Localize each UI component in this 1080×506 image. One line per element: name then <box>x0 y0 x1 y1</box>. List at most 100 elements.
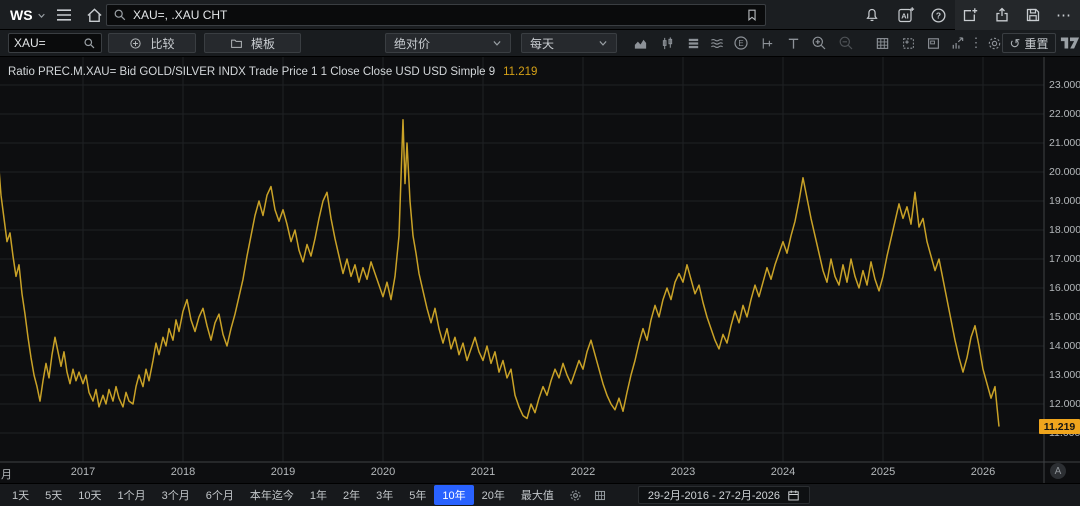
layout-grid-button[interactable] <box>871 33 893 53</box>
hamburger-icon <box>56 8 72 22</box>
ai-icon: AI <box>897 6 915 24</box>
time-axis-label: 2025 <box>871 466 895 478</box>
range-button-3个月[interactable]: 3个月 <box>154 485 198 505</box>
help-icon: ? <box>930 7 947 24</box>
layers-button[interactable] <box>682 33 704 53</box>
template-button[interactable]: 模板 <box>204 33 301 53</box>
top-app-bar: WS AI ? ⋯ <box>0 0 1080 30</box>
chevron-down-icon <box>598 38 608 48</box>
time-axis-label: 2024 <box>771 466 795 478</box>
legend-text: Ratio PREC.M.XAU= Bid GOLD/SILVER INDX T… <box>8 66 495 78</box>
ws-logo-menu[interactable]: WS <box>10 0 46 30</box>
chart-pane[interactable]: Ratio PREC.M.XAU= Bid GOLD/SILVER INDX T… <box>0 57 1080 483</box>
symbol-search-input[interactable] <box>14 36 79 50</box>
area-chart-type-button[interactable] <box>629 33 651 53</box>
save-icon <box>1025 7 1041 23</box>
window-icon <box>926 36 941 51</box>
chart-toolbar: 比较 模板 绝对价 每天 E <box>0 30 1080 57</box>
price-chart-canvas[interactable] <box>0 57 1080 483</box>
range-button-最大值[interactable]: 最大值 <box>513 485 562 505</box>
calendar-icon <box>787 489 800 502</box>
workspace-app: WS AI ? ⋯ <box>0 0 1080 506</box>
reset-button[interactable]: ↺ 重置 <box>1002 33 1056 53</box>
ws-logo-text: WS <box>10 7 33 23</box>
range-button-本年迄今[interactable]: 本年迄今 <box>242 485 302 505</box>
compare-button[interactable]: 比较 <box>108 33 196 53</box>
symbol-search[interactable] <box>8 33 102 53</box>
chart-legend: Ratio PREC.M.XAU= Bid GOLD/SILVER INDX T… <box>8 66 537 78</box>
time-axis-label: 2019 <box>271 466 295 478</box>
time-axis-label: 2026 <box>971 466 995 478</box>
range-button-10天[interactable]: 10天 <box>70 485 109 505</box>
global-search-input[interactable] <box>133 8 739 22</box>
price-axis-label: 19.000 <box>1049 195 1080 207</box>
overflow-menu-button[interactable]: ⋯ <box>1052 4 1076 26</box>
bell-icon <box>864 7 880 23</box>
tradingview-logo <box>1058 33 1080 53</box>
range-button-2年[interactable]: 2年 <box>335 485 368 505</box>
add-pane-button[interactable] <box>897 33 919 53</box>
date-range-value: 29-2月-2016 - 27-2月-2026 <box>648 487 780 503</box>
gear-icon <box>569 489 582 502</box>
range-button-5年[interactable]: 5年 <box>401 485 434 505</box>
range-button-1个月[interactable]: 1个月 <box>110 485 154 505</box>
search-icon <box>113 8 127 22</box>
zoom-out-button[interactable] <box>835 33 857 53</box>
range-settings-button[interactable] <box>566 486 586 504</box>
bookmark-icon[interactable] <box>745 8 759 22</box>
price-axis-label: 17.000 <box>1049 253 1080 265</box>
add-pane-icon <box>901 36 916 51</box>
range-button-5天[interactable]: 5天 <box>37 485 70 505</box>
text-tool-button[interactable] <box>782 33 804 53</box>
date-range-picker[interactable]: 29-2月-2016 - 27-2月-2026 <box>638 486 810 504</box>
time-axis-label: 2021 <box>471 466 495 478</box>
share-button[interactable] <box>990 4 1014 26</box>
kebab-icon: ⋮ <box>970 35 983 51</box>
events-button[interactable]: E <box>730 33 752 53</box>
range-button-1年[interactable]: 1年 <box>302 485 335 505</box>
folder-icon <box>230 37 243 50</box>
last-price-badge: 11.219 <box>1039 419 1080 434</box>
price-axis-label: 18.000 <box>1049 224 1080 236</box>
range-button-1天[interactable]: 1天 <box>4 485 37 505</box>
search-icon <box>83 37 96 50</box>
svg-text:AI: AI <box>901 11 909 20</box>
home-button[interactable] <box>82 4 106 26</box>
panel-view-button[interactable] <box>590 486 610 504</box>
tradingview-logo-icon <box>1060 36 1080 50</box>
ellipsis-icon: ⋯ <box>1056 6 1072 24</box>
share-icon <box>994 7 1010 23</box>
zoom-out-icon <box>838 35 854 51</box>
zoom-in-icon <box>811 35 827 51</box>
range-button-3年[interactable]: 3年 <box>368 485 401 505</box>
price-mode-dropdown[interactable]: 绝对价 <box>385 33 511 53</box>
hamburger-menu-button[interactable] <box>52 4 76 26</box>
price-axis-label: 16.000 <box>1049 282 1080 294</box>
circle-plus-icon <box>129 37 142 50</box>
waves-overlay-button[interactable] <box>706 33 728 53</box>
save-button[interactable] <box>1021 4 1045 26</box>
add-app-button[interactable] <box>958 4 982 26</box>
global-search[interactable] <box>106 4 766 26</box>
chevron-down-icon <box>37 11 46 20</box>
price-axis-label: 21.000 <box>1049 137 1080 149</box>
compare-label: 比较 <box>150 35 174 52</box>
candle-chart-type-button[interactable] <box>656 33 678 53</box>
snapshot-button[interactable] <box>922 33 944 53</box>
axis-tool-button[interactable] <box>756 33 778 53</box>
range-button-10年[interactable]: 10年 <box>434 485 473 505</box>
candlestick-icon <box>660 36 675 51</box>
auto-scale-button[interactable]: A <box>1050 463 1066 479</box>
range-button-20年[interactable]: 20年 <box>474 485 513 505</box>
notifications-button[interactable] <box>860 4 884 26</box>
range-button-6个月[interactable]: 6个月 <box>198 485 242 505</box>
zoom-in-button[interactable] <box>808 33 830 53</box>
price-mode-value: 绝对价 <box>394 35 430 52</box>
ai-assistant-button[interactable]: AI <box>894 4 918 26</box>
time-axis-label: 2018 <box>171 466 195 478</box>
interval-dropdown[interactable]: 每天 <box>521 33 617 53</box>
help-button[interactable]: ? <box>926 4 950 26</box>
price-axis-label: 20.000 <box>1049 166 1080 178</box>
svg-text:E: E <box>738 39 743 48</box>
home-icon <box>86 7 103 24</box>
